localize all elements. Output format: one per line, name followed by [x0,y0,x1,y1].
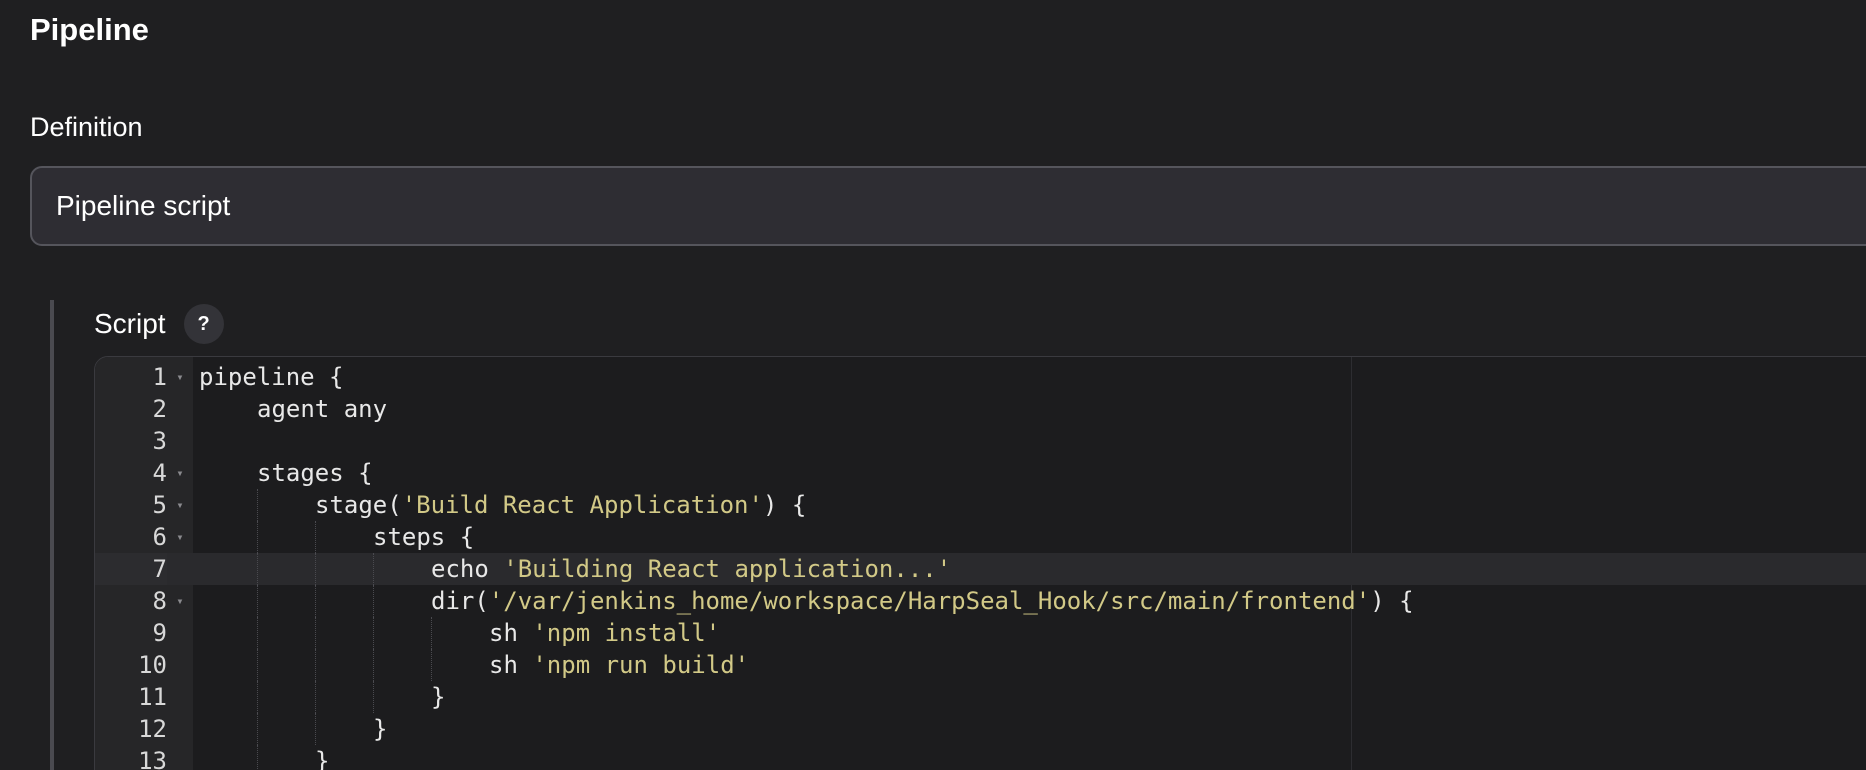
line-number: 12 [95,713,167,745]
indent-guide [431,649,432,681]
code-token: agent any [257,395,388,423]
definition-label: Definition [30,112,143,142]
code-text: stages { [257,457,373,489]
script-editor[interactable]: 1 ▾ pipeline {2 agent any 3 4 ▾ stages {5 ▾ stage… [94,356,1866,770]
indent-guide [257,553,258,585]
code-line[interactable]: 4 ▾ stages { [95,457,1866,489]
line-number: 13 [95,745,167,770]
code-text: echo 'Building React application...' [431,553,951,585]
indent-guide [315,713,316,745]
definition-selected-value: Pipeline script [56,190,231,221]
code-text: dir('/var/jenkins_home/workspace/HarpSea… [431,585,1414,617]
string-token: 'npm run build' [532,651,750,679]
line-number: 5 [95,489,167,521]
code-line[interactable]: 10 sh 'npm run build' [95,649,1866,681]
code-line[interactable]: 3 [95,425,1866,457]
section-title: Pipeline [30,12,149,47]
code-token: } [431,683,446,711]
line-number: 7 [95,553,167,585]
code-line[interactable]: 12} [95,713,1866,745]
line-number: 4 [95,457,167,489]
fold-arrow-icon[interactable]: ▾ [173,489,187,521]
code-text: agent any [257,393,387,425]
indent-guide [373,617,374,649]
line-number: 8 [95,585,167,617]
code-line[interactable]: 5 ▾ stage('Build React Application') { [95,489,1866,521]
string-token: '/var/jenkins_home/workspace/HarpSeal_Ho… [488,587,1371,615]
code-token: sh [489,651,533,679]
code-token: steps { [373,523,475,551]
indent-guide [315,585,316,617]
code-line[interactable]: 2 agent any [95,393,1866,425]
code-text: sh 'npm install' [489,617,720,649]
code-token: pipeline { [199,363,344,391]
code-text: } [373,713,387,745]
line-number: 10 [95,649,167,681]
fold-arrow-icon[interactable]: ▾ [173,361,187,393]
code-text: pipeline { [199,361,344,393]
indent-guide [257,713,258,745]
nested-section-bar [50,300,54,770]
indent-guide [257,617,258,649]
indent-guide [373,553,374,585]
indent-guide [257,521,258,553]
code-lines: 1 ▾ pipeline {2 agent any 3 4 ▾ stages {5 ▾ stage… [95,361,1866,770]
string-token: 'Build React Application' [401,491,763,519]
indent-guide [315,649,316,681]
code-line[interactable]: 9 sh 'npm install' [95,617,1866,649]
code-text: sh 'npm run build' [489,649,749,681]
code-token: sh [489,619,533,647]
code-line[interactable]: 1 ▾ pipeline { [95,361,1866,393]
line-number: 6 [95,521,167,553]
pipeline-config-page: Pipeline Definition Pipeline script Scri… [0,0,1866,770]
indent-guide [373,649,374,681]
code-line[interactable]: 7 echo 'Building React application...' [95,553,1866,585]
help-icon[interactable]: ? [183,304,224,344]
indent-guide [315,553,316,585]
code-line[interactable]: 8 ▾ dir('/var/jenkins_home/workspace/HarpS… [95,585,1866,617]
indent-guide [431,617,432,649]
code-token: echo [431,555,504,583]
line-number: 2 [95,393,167,425]
code-text: } [431,681,445,713]
code-text: } [315,745,329,770]
indent-guide [257,585,258,617]
indent-guide [315,681,316,713]
code-token: stage( [315,491,402,519]
code-token: } [315,747,330,770]
indent-guide [315,617,316,649]
indent-guide [257,681,258,713]
line-number: 3 [95,425,167,457]
script-label-row: Script ? [94,302,224,346]
code-line[interactable]: 13} [95,745,1866,770]
definition-select[interactable]: Pipeline script [30,166,1866,246]
fold-arrow-icon[interactable]: ▾ [173,457,187,489]
indent-guide [257,489,258,521]
indent-guide [257,649,258,681]
fold-arrow-icon[interactable]: ▾ [173,585,187,617]
code-token: ) { [1370,587,1414,615]
code-token: ) { [762,491,807,519]
indent-guide [257,745,258,770]
script-label: Script [94,308,166,339]
line-number: 1 [95,361,167,393]
code-token: } [373,715,388,743]
fold-arrow-icon[interactable]: ▾ [173,521,187,553]
line-number: 9 [95,617,167,649]
code-text: stage('Build React Application') { [315,489,806,521]
indent-guide [315,521,316,553]
indent-guide [373,681,374,713]
string-token: 'Building React application...' [503,555,952,583]
line-number: 11 [95,681,167,713]
code-line[interactable]: 11} [95,681,1866,713]
string-token: 'npm install' [532,619,721,647]
code-token: stages { [257,459,373,487]
code-text: steps { [373,521,474,553]
code-line[interactable]: 6 ▾ steps { [95,521,1866,553]
indent-guide [373,585,374,617]
code-token: dir( [431,587,489,615]
